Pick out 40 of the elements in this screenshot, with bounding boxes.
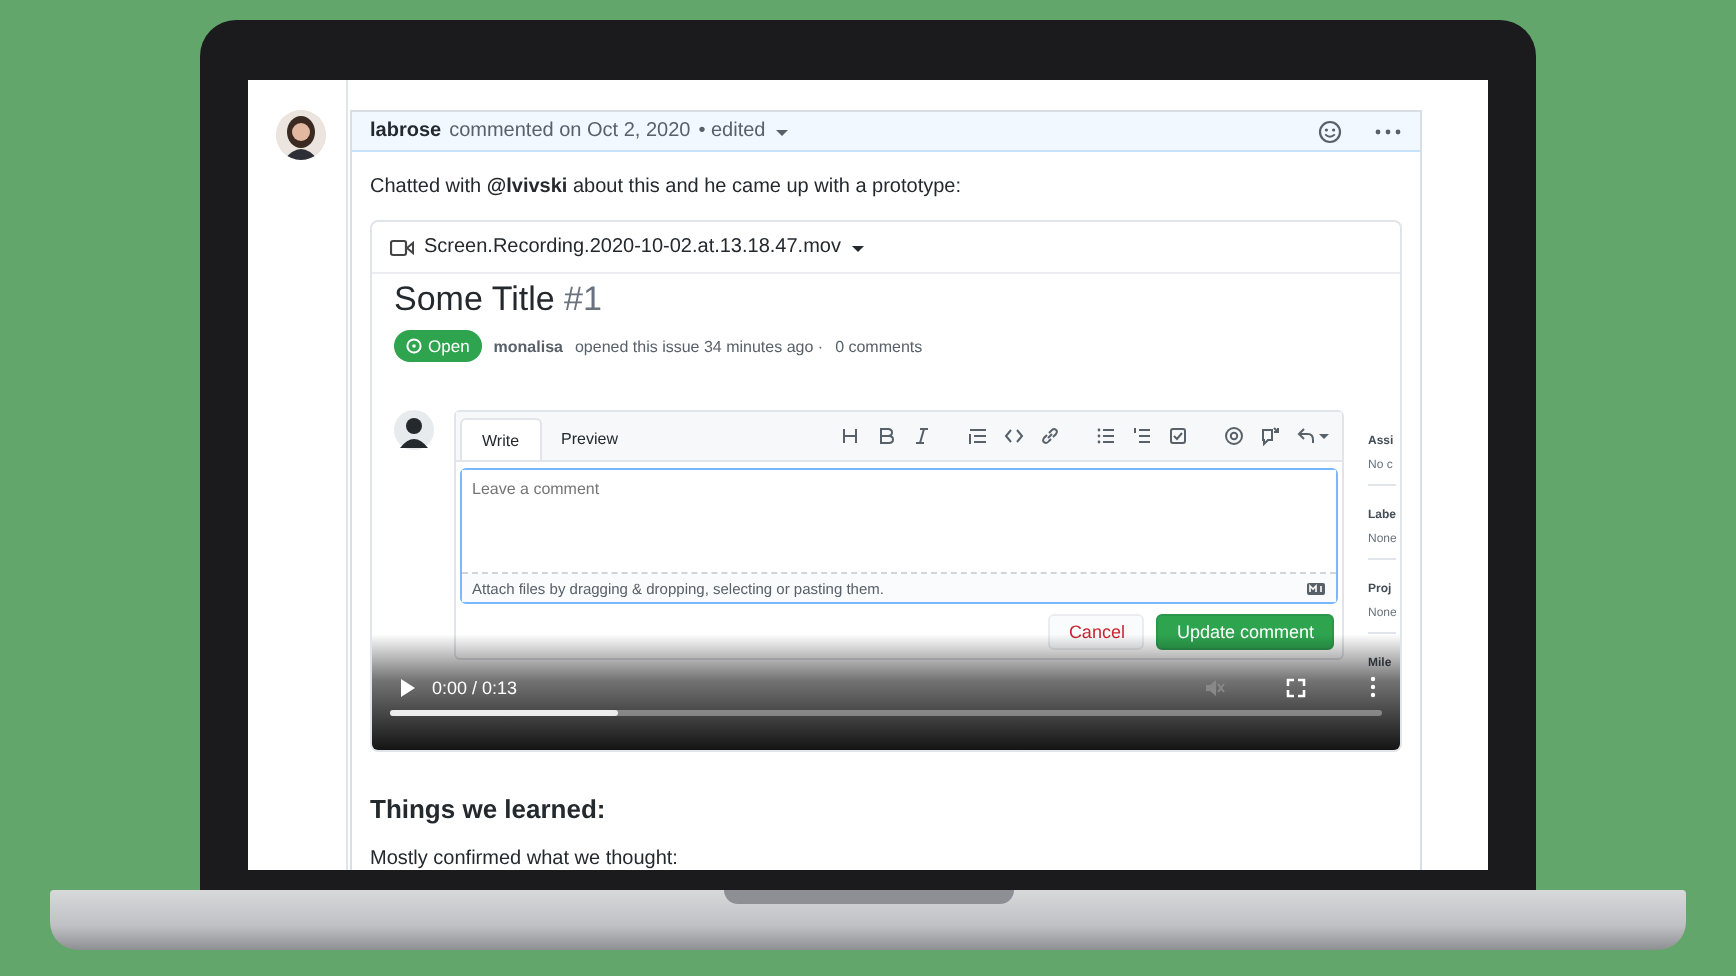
progress-track[interactable] <box>390 710 1382 716</box>
bold-icon[interactable] <box>876 426 896 446</box>
issue-meta: opened this issue 34 minutes ago · <box>574 337 824 355</box>
play-icon[interactable] <box>400 677 416 697</box>
numbered-list-icon[interactable] <box>1132 426 1152 446</box>
reply-icon[interactable] <box>1296 426 1316 446</box>
video-camera-icon <box>390 237 414 257</box>
file-name[interactable]: Screen.Recording.2020-10-02.at.13.18.47.mov <box>424 236 841 258</box>
more-icon[interactable] <box>1370 676 1376 698</box>
heading-icon[interactable] <box>840 426 860 446</box>
issue-open-icon <box>406 338 422 354</box>
link-icon[interactable] <box>1040 426 1060 446</box>
paragraph: Mostly confirmed what we thought: <box>370 848 680 870</box>
fullscreen-icon[interactable] <box>1286 677 1306 697</box>
section-heading: Things we learned: <box>370 794 608 824</box>
comment-count[interactable]: 0 comments <box>835 337 923 355</box>
issue-number: #1 <box>564 280 602 318</box>
cancel-button[interactable]: Cancel <box>1048 614 1145 650</box>
smiley-icon[interactable] <box>1318 119 1342 143</box>
issue-author[interactable]: monalisa <box>493 337 563 355</box>
comment-text: Chatted with @lvivski about this and he came up with a prototype: <box>370 176 964 198</box>
avatar <box>276 110 326 160</box>
task-list-icon[interactable] <box>1168 426 1188 446</box>
editor-tab[interactable]: Preview <box>541 418 638 460</box>
quote-icon[interactable] <box>968 426 988 446</box>
comment-meta: commented on Oct 2, 2020 <box>449 120 691 142</box>
issue-title: Some Title #1 <box>394 280 604 320</box>
editor-tab[interactable]: Write <box>460 418 542 460</box>
edited-label[interactable]: • edited <box>698 120 766 142</box>
markdown-icon <box>1306 581 1326 595</box>
video-time: 0:00 / 0:13 <box>432 677 518 697</box>
code-icon[interactable] <box>1004 426 1024 446</box>
status-badge: Open <box>394 330 482 362</box>
comment-author[interactable]: labrose <box>370 120 442 142</box>
avatar <box>394 410 434 450</box>
reference-icon[interactable] <box>1260 426 1280 446</box>
italic-icon[interactable] <box>912 426 932 446</box>
bullet-list-icon[interactable] <box>1096 426 1116 446</box>
caret-icon[interactable] <box>1318 430 1330 442</box>
mention-icon[interactable] <box>1224 426 1244 446</box>
